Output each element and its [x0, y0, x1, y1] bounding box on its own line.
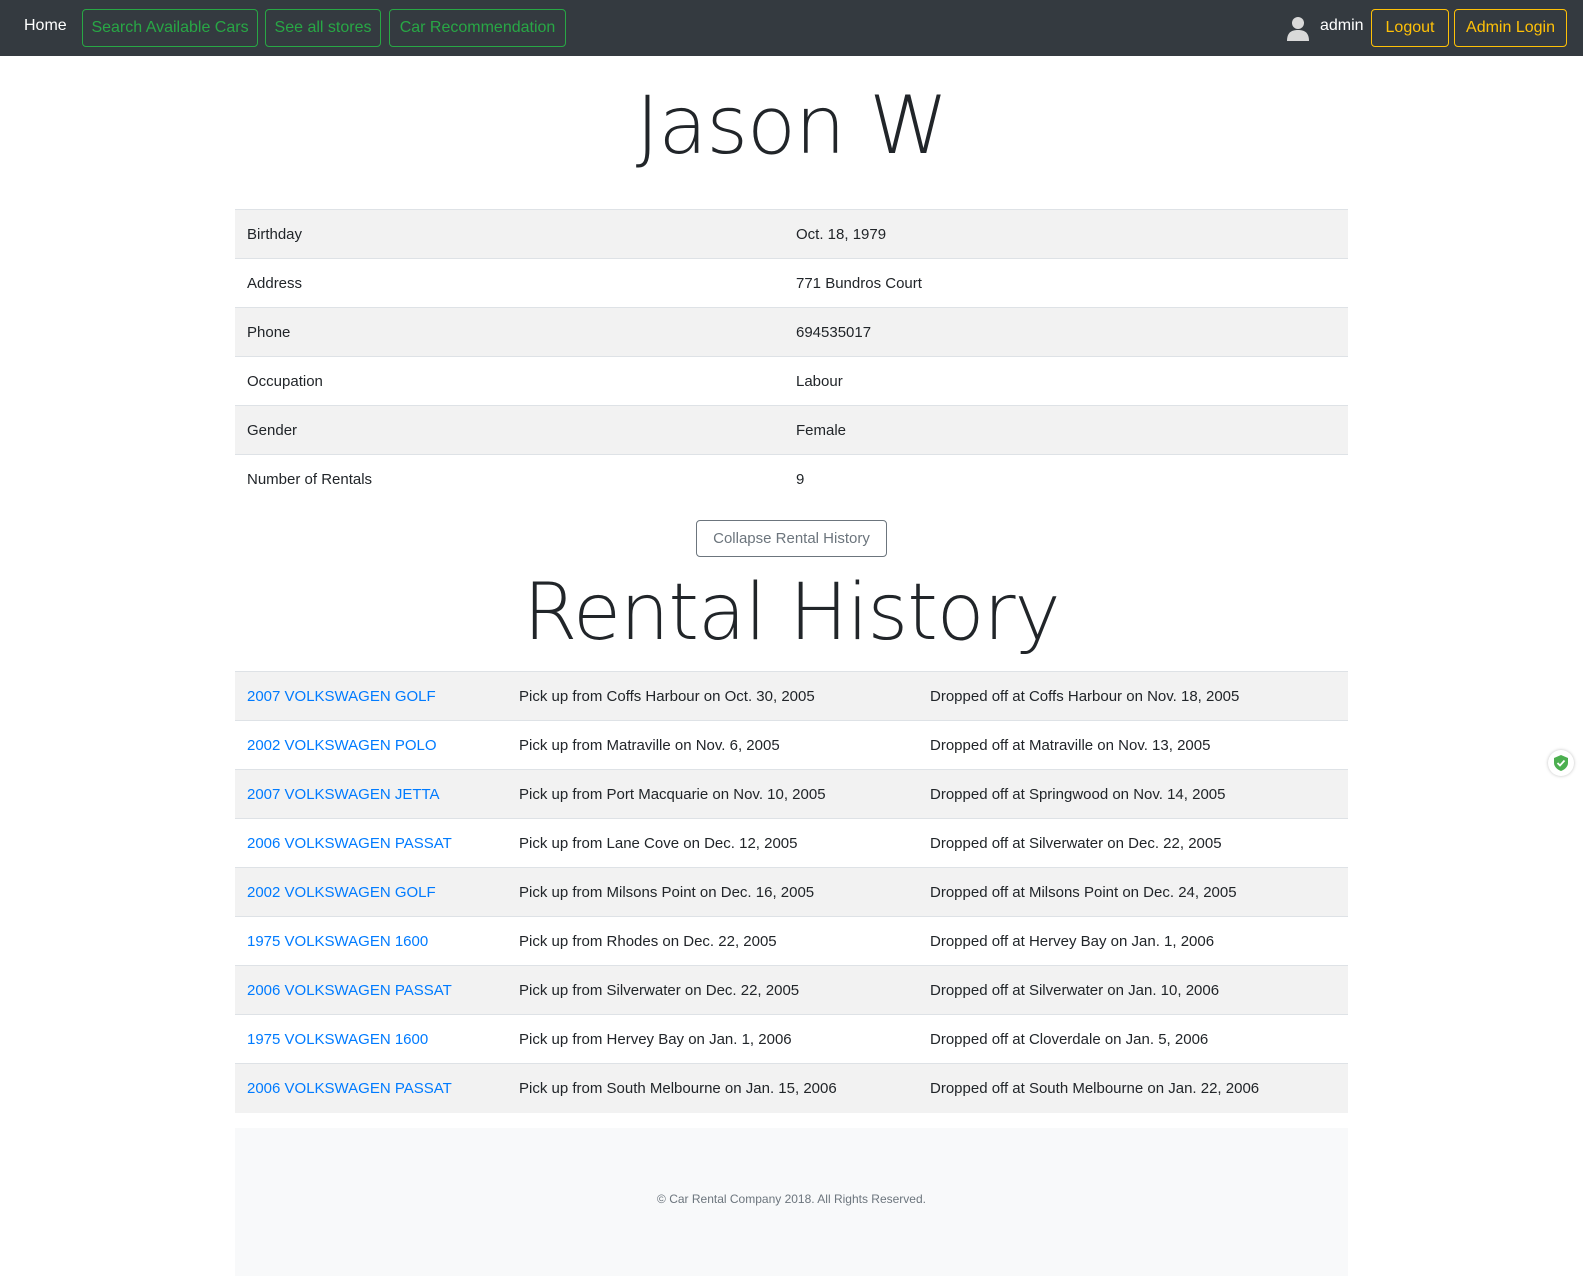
- rental-history-title: Rental History: [523, 568, 1060, 658]
- dropoff-info: Dropped off at Springwood on Nov. 14, 20…: [918, 769, 1348, 819]
- dropoff-info: Dropped off at Silverwater on Dec. 22, 2…: [918, 818, 1348, 868]
- table-row: 1975 VOLKSWAGEN 1600 Pick up from Hervey…: [235, 1014, 1348, 1064]
- car-recommendation-button[interactable]: Car Recommendation: [389, 9, 566, 47]
- detail-row-number-of-rentals: Number of Rentals 9: [235, 454, 1348, 504]
- dropoff-info: Dropped off at South Melbourne on Jan. 2…: [918, 1063, 1348, 1113]
- detail-value: 694535017: [784, 307, 1348, 357]
- table-row: 2007 VOLKSWAGEN GOLF Pick up from Coffs …: [235, 671, 1348, 721]
- car-link[interactable]: 2006 VOLKSWAGEN PASSAT: [235, 1063, 507, 1113]
- car-link[interactable]: 2007 VOLKSWAGEN JETTA: [235, 769, 507, 819]
- dropoff-info: Dropped off at Milsons Point on Dec. 24,…: [918, 867, 1348, 917]
- current-user-name: admin: [1320, 17, 1364, 34]
- customer-name-title: Jason W: [635, 79, 948, 172]
- top-navbar: Home Search Available Cars See all store…: [0, 0, 1583, 56]
- pickup-info: Pick up from Coffs Harbour on Oct. 30, 2…: [507, 671, 918, 721]
- car-link[interactable]: 2006 VOLKSWAGEN PASSAT: [235, 818, 507, 868]
- dropoff-info: Dropped off at Hervey Bay on Jan. 1, 200…: [918, 916, 1348, 966]
- user-icon: [1286, 15, 1310, 41]
- table-row: 2006 VOLKSWAGEN PASSAT Pick up from Lane…: [235, 818, 1348, 868]
- shield-check-icon[interactable]: [1548, 750, 1574, 776]
- pickup-info: Pick up from Hervey Bay on Jan. 1, 2006: [507, 1014, 918, 1064]
- car-link[interactable]: 1975 VOLKSWAGEN 1600: [235, 916, 507, 966]
- table-row: 2006 VOLKSWAGEN PASSAT Pick up from Silv…: [235, 965, 1348, 1015]
- detail-row-occupation: Occupation Labour: [235, 356, 1348, 406]
- collapse-rental-history-button[interactable]: Collapse Rental History: [696, 520, 887, 557]
- rental-history-table: 2007 VOLKSWAGEN GOLF Pick up from Coffs …: [235, 671, 1348, 1113]
- detail-value: Female: [784, 405, 1348, 455]
- car-link[interactable]: 2002 VOLKSWAGEN GOLF: [235, 867, 507, 917]
- see-all-stores-button[interactable]: See all stores: [265, 9, 381, 47]
- table-row: 2002 VOLKSWAGEN POLO Pick up from Matrav…: [235, 720, 1348, 770]
- table-row: 2006 VOLKSWAGEN PASSAT Pick up from Sout…: [235, 1063, 1348, 1113]
- car-link[interactable]: 1975 VOLKSWAGEN 1600: [235, 1014, 507, 1064]
- detail-label: Phone: [235, 307, 784, 357]
- dropoff-info: Dropped off at Silverwater on Jan. 10, 2…: [918, 965, 1348, 1015]
- pickup-info: Pick up from South Melbourne on Jan. 15,…: [507, 1063, 918, 1113]
- pickup-info: Pick up from Port Macquarie on Nov. 10, …: [507, 769, 918, 819]
- car-link[interactable]: 2002 VOLKSWAGEN POLO: [235, 720, 507, 770]
- detail-label: Address: [235, 258, 784, 308]
- nav-home-link[interactable]: Home: [24, 17, 67, 35]
- table-row: 2007 VOLKSWAGEN JETTA Pick up from Port …: [235, 769, 1348, 819]
- detail-row-phone: Phone 694535017: [235, 307, 1348, 357]
- detail-value: Oct. 18, 1979: [784, 209, 1348, 259]
- pickup-info: Pick up from Lane Cove on Dec. 12, 2005: [507, 818, 918, 868]
- pickup-info: Pick up from Matraville on Nov. 6, 2005: [507, 720, 918, 770]
- detail-value: 771 Bundros Court: [784, 258, 1348, 308]
- dropoff-info: Dropped off at Matraville on Nov. 13, 20…: [918, 720, 1348, 770]
- detail-label: Gender: [235, 405, 784, 455]
- page-footer: © Car Rental Company 2018. All Rights Re…: [235, 1128, 1348, 1276]
- table-row: 1975 VOLKSWAGEN 1600 Pick up from Rhodes…: [235, 916, 1348, 966]
- detail-label: Birthday: [235, 209, 784, 259]
- pickup-info: Pick up from Silverwater on Dec. 22, 200…: [507, 965, 918, 1015]
- car-link[interactable]: 2006 VOLKSWAGEN PASSAT: [235, 965, 507, 1015]
- dropoff-info: Dropped off at Coffs Harbour on Nov. 18,…: [918, 671, 1348, 721]
- detail-label: Occupation: [235, 356, 784, 406]
- detail-label: Number of Rentals: [235, 454, 784, 504]
- detail-row-birthday: Birthday Oct. 18, 1979: [235, 209, 1348, 259]
- car-link[interactable]: 2007 VOLKSWAGEN GOLF: [235, 671, 507, 721]
- dropoff-info: Dropped off at Cloverdale on Jan. 5, 200…: [918, 1014, 1348, 1064]
- pickup-info: Pick up from Rhodes on Dec. 22, 2005: [507, 916, 918, 966]
- search-available-cars-button[interactable]: Search Available Cars: [82, 9, 258, 47]
- admin-login-button[interactable]: Admin Login: [1454, 9, 1567, 47]
- detail-value: Labour: [784, 356, 1348, 406]
- detail-row-gender: Gender Female: [235, 405, 1348, 455]
- customer-details-table: Birthday Oct. 18, 1979 Address 771 Bundr…: [235, 209, 1348, 504]
- copyright-text: © Car Rental Company 2018. All Rights Re…: [657, 1192, 926, 1206]
- pickup-info: Pick up from Milsons Point on Dec. 16, 2…: [507, 867, 918, 917]
- detail-row-address: Address 771 Bundros Court: [235, 258, 1348, 308]
- logout-button[interactable]: Logout: [1371, 9, 1449, 47]
- detail-value: 9: [784, 454, 1348, 504]
- table-row: 2002 VOLKSWAGEN GOLF Pick up from Milson…: [235, 867, 1348, 917]
